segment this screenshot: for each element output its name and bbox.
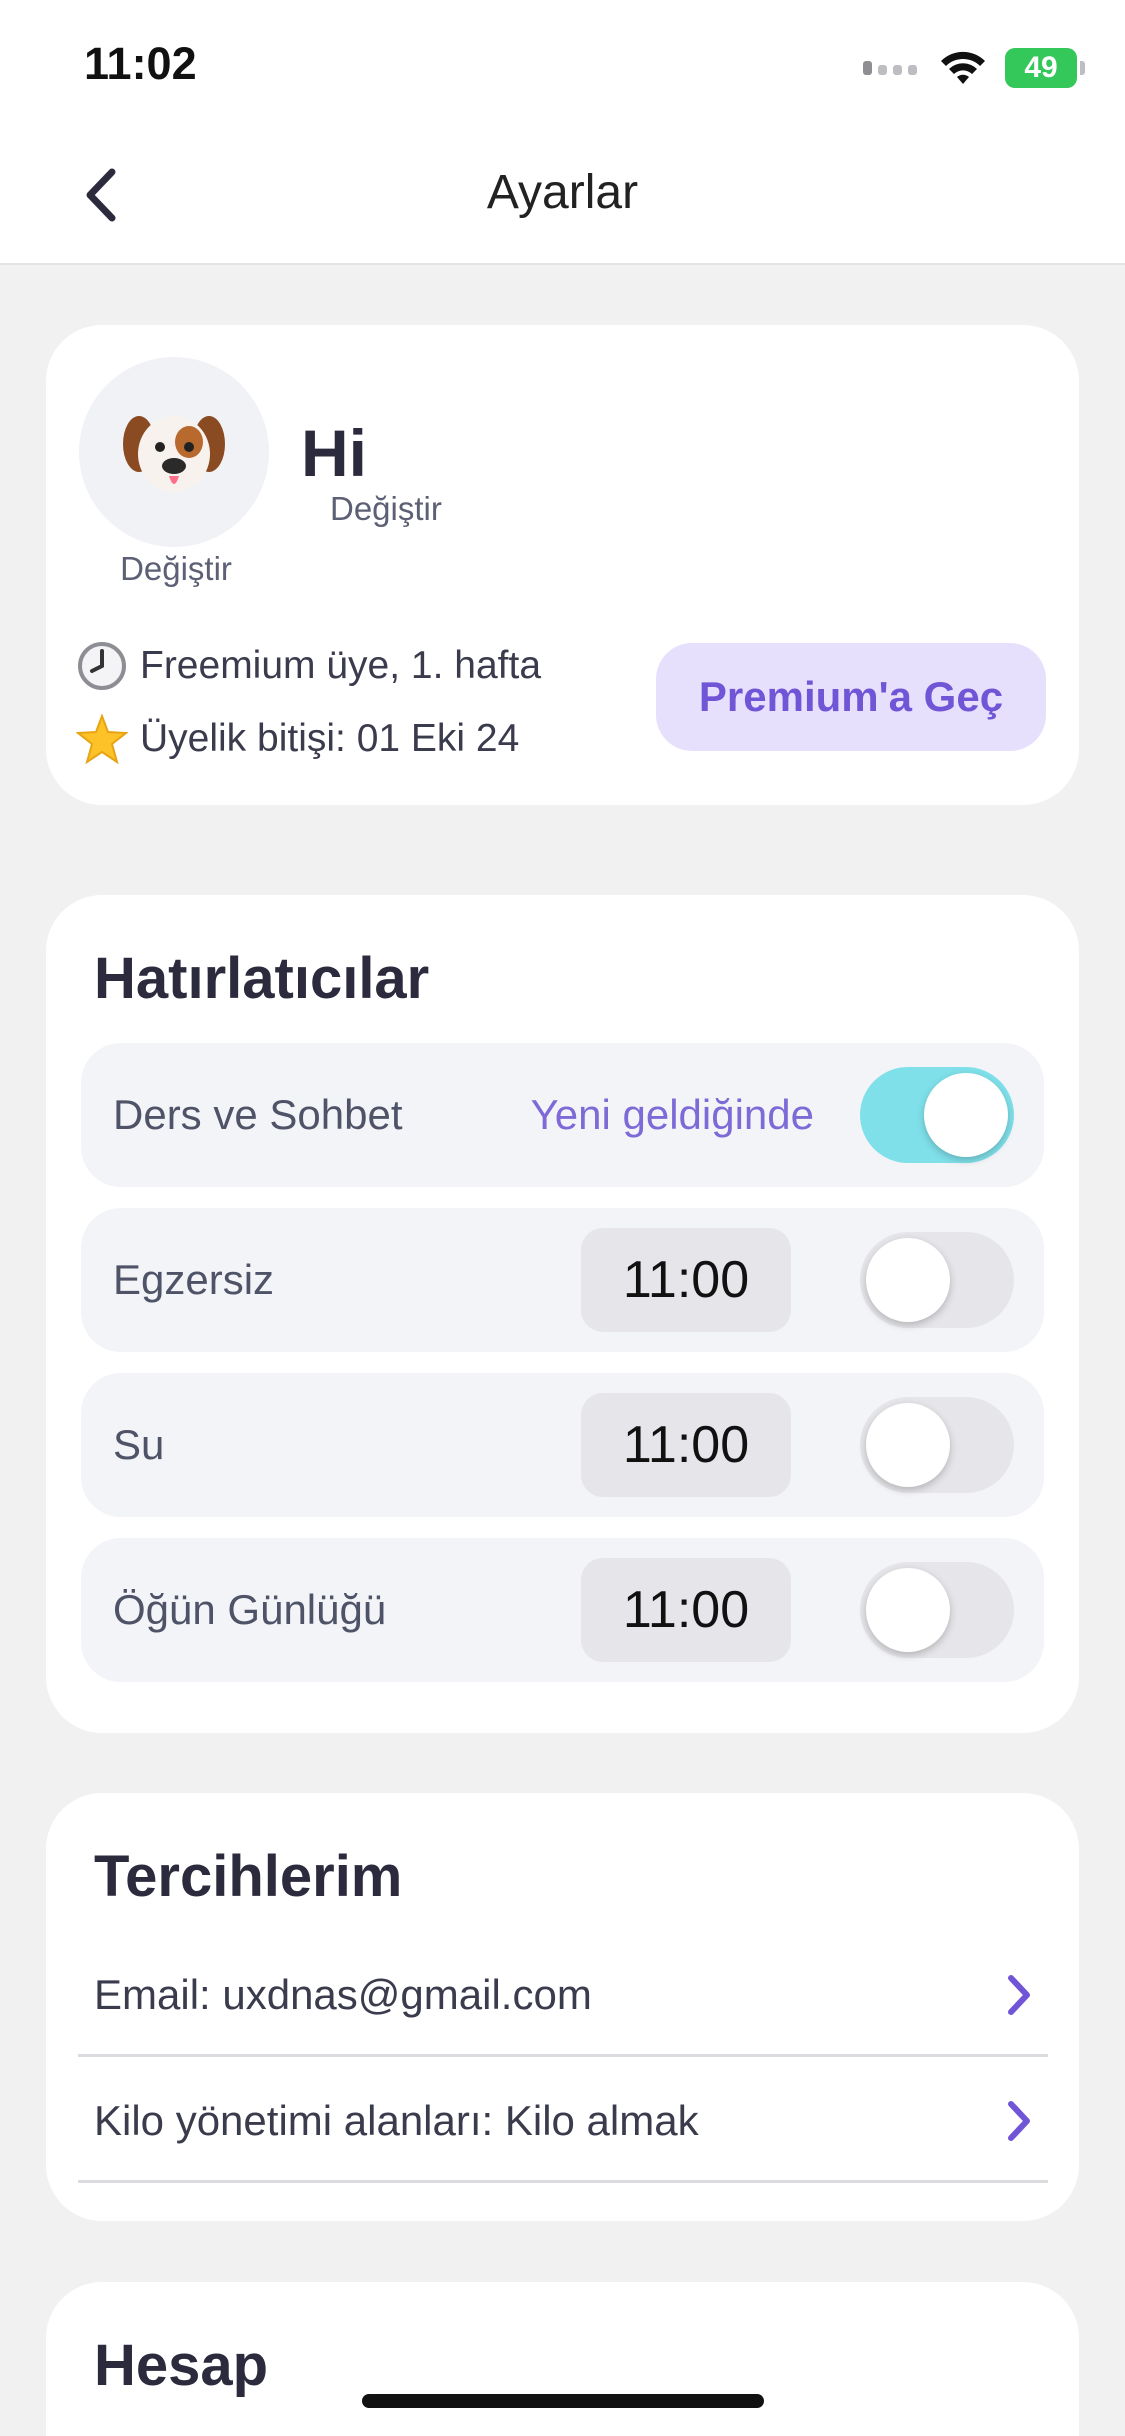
account-title: Hesap	[94, 2333, 269, 2398]
top-bar: 11:02 49 Ayarlar	[0, 0, 1125, 265]
meal-log-reminder-toggle[interactable]	[860, 1562, 1014, 1658]
reminders-card: Hatırlatıcılar Ders ve Sohbet Yeni geldi…	[46, 895, 1079, 1733]
reminder-label: Ders ve Sohbet	[113, 1091, 403, 1138]
preferences-title: Tercihlerim	[94, 1844, 403, 1909]
cellular-signal-icon	[863, 61, 917, 75]
preferences-card: Tercihlerim Email: uxdnas@gmail.com Kilo…	[46, 1793, 1079, 2221]
chevron-right-icon	[994, 1933, 1044, 2057]
upgrade-premium-button[interactable]: Premium'a Geç	[656, 643, 1046, 751]
preference-row-weight[interactable]: Kilo yönetimi alanları: Kilo almak	[78, 2059, 1048, 2183]
name-change-link[interactable]: Değiştir	[330, 490, 442, 528]
reminder-label: Öğün Günlüğü	[113, 1586, 387, 1633]
star-icon	[76, 713, 128, 765]
profile-card: Değiştir Hi Değiştir Freemium üye, 1. ha…	[46, 325, 1079, 805]
toggle-knob	[866, 1238, 950, 1322]
battery-level: 49	[1024, 51, 1058, 84]
membership-info: Freemium üye, 1. hafta	[76, 640, 541, 692]
status-icons: 49	[863, 48, 1085, 88]
toggle-knob	[866, 1403, 950, 1487]
reminder-label: Su	[113, 1421, 165, 1468]
page-title: Ayarlar	[486, 166, 639, 219]
preference-label: Kilo yönetimi alanları: Kilo almak	[94, 2097, 699, 2144]
home-indicator	[362, 2394, 764, 2408]
exercise-reminder-toggle[interactable]	[860, 1232, 1014, 1328]
expiry-text: Üyelik bitişi: 01 Eki 24	[140, 717, 520, 760]
account-card: Hesap	[46, 2282, 1079, 2436]
meal-log-time-picker[interactable]: 11:00	[581, 1558, 791, 1662]
toggle-knob	[924, 1073, 1008, 1157]
preference-row-email[interactable]: Email: uxdnas@gmail.com	[78, 1933, 1048, 2057]
water-time-picker[interactable]: 11:00	[581, 1393, 791, 1497]
reminder-row-meal-log: Öğün Günlüğü 11:00	[81, 1538, 1044, 1682]
water-reminder-toggle[interactable]	[860, 1397, 1014, 1493]
reminders-title: Hatırlatıcılar	[94, 946, 430, 1011]
avatar-change-link[interactable]: Değiştir	[81, 550, 271, 588]
chevron-right-icon	[994, 2059, 1044, 2183]
battery-icon: 49	[1005, 48, 1085, 88]
reminder-row-water: Su 11:00	[81, 1373, 1044, 1517]
reminder-row-lessons: Ders ve Sohbet Yeni geldiğinde	[81, 1043, 1044, 1187]
wifi-icon	[941, 51, 985, 84]
dog-face-icon	[123, 416, 225, 492]
reminder-label: Egzersiz	[113, 1256, 275, 1303]
toggle-knob	[866, 1568, 950, 1652]
preference-label: Email: uxdnas@gmail.com	[94, 1971, 592, 2018]
lessons-reminder-toggle[interactable]	[860, 1067, 1014, 1163]
reminder-row-exercise: Egzersiz 11:00	[81, 1208, 1044, 1352]
avatar[interactable]	[79, 357, 269, 547]
profile-name: Hi	[301, 416, 367, 490]
exercise-time-picker[interactable]: 11:00	[581, 1228, 791, 1332]
expiry-info: Üyelik bitişi: 01 Eki 24	[76, 713, 519, 765]
status-time: 11:02	[84, 38, 197, 89]
clock-icon	[76, 640, 128, 692]
reminder-frequency[interactable]: Yeni geldiğinde	[531, 1043, 814, 1187]
membership-text: Freemium üye, 1. hafta	[140, 644, 542, 687]
